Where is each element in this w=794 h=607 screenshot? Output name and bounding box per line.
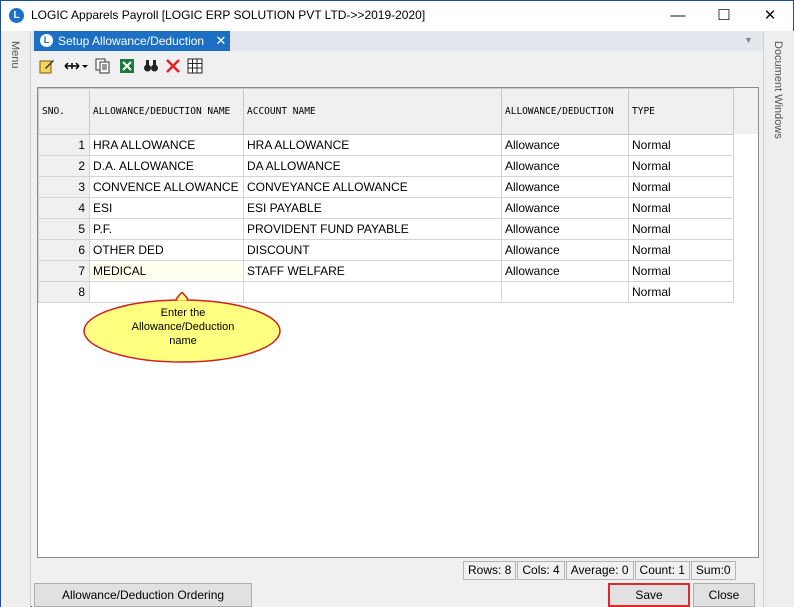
name-cell[interactable]: CONVENCE ALLOWANCE: [89, 176, 244, 198]
row-number[interactable]: 8: [38, 281, 90, 303]
table-row: 1 HRA ALLOWANCE HRA ALLOWANCE Allowance …: [38, 134, 734, 156]
account-cell[interactable]: HRA ALLOWANCE: [243, 134, 502, 156]
name-cell[interactable]: P.F.: [89, 218, 244, 240]
maximize-button[interactable]: ☐: [701, 1, 747, 31]
status-bar: Rows: 8 Cols: 4 Average: 0 Count: 1 Sum:…: [463, 561, 737, 580]
grid-icon[interactable]: [186, 58, 204, 76]
grid-header-row: SNO. ALLOWANCE/DEDUCTION NAME ACCOUNT NA…: [38, 88, 734, 135]
status-rows: Rows: 8: [463, 561, 517, 580]
name-cell[interactable]: D.A. ALLOWANCE: [89, 155, 244, 177]
kind-cell[interactable]: Allowance: [501, 218, 629, 240]
close-button[interactable]: Close: [693, 583, 755, 607]
table-row: 4 ESI ESI PAYABLE Allowance Normal: [38, 197, 734, 219]
grid-header-filler: [733, 88, 758, 134]
table-row: 5 P.F. PROVIDENT FUND PAYABLE Allowance …: [38, 218, 734, 240]
kind-cell[interactable]: Allowance: [501, 197, 629, 219]
account-cell[interactable]: ESI PAYABLE: [243, 197, 502, 219]
save-button[interactable]: Save: [608, 583, 690, 607]
kind-cell[interactable]: Allowance: [501, 239, 629, 261]
account-cell[interactable]: STAFF WELFARE: [243, 260, 502, 282]
tab-logo-icon: L: [40, 34, 53, 47]
row-number[interactable]: 5: [38, 218, 90, 240]
type-cell[interactable]: Normal: [628, 281, 734, 303]
column-header-account[interactable]: ACCOUNT NAME: [243, 88, 502, 135]
account-cell[interactable]: PROVIDENT FUND PAYABLE: [243, 218, 502, 240]
status-cols: Cols: 4: [517, 561, 565, 580]
status-average: Average: 0: [565, 561, 634, 580]
name-cell[interactable]: ESI: [89, 197, 244, 219]
document-windows-label: Document Windows: [772, 41, 784, 139]
toolbar: [32, 53, 763, 81]
table-row: 6 OTHER DED DISCOUNT Allowance Normal: [38, 239, 734, 261]
name-cell-active[interactable]: MEDICAL: [89, 260, 244, 282]
type-cell[interactable]: Normal: [628, 155, 734, 177]
column-header-type[interactable]: TYPE: [628, 88, 734, 135]
tab-strip: L Setup Allowance/Deduction ✕ ▼: [32, 31, 763, 51]
row-number[interactable]: 3: [38, 176, 90, 198]
kind-cell[interactable]: [501, 281, 629, 303]
tab-list-dropdown-icon[interactable]: ▼: [744, 35, 753, 45]
row-number[interactable]: 4: [38, 197, 90, 219]
callout-line-2: Allowance/Deduction: [131, 321, 235, 333]
window-title: LOGIC Apparels Payroll [LOGIC ERP SOLUTI…: [31, 8, 426, 22]
kind-cell[interactable]: Allowance: [501, 260, 629, 282]
type-cell[interactable]: Normal: [628, 218, 734, 240]
status-count: Count: 1: [634, 561, 690, 580]
kind-cell[interactable]: Allowance: [501, 134, 629, 156]
row-number[interactable]: 1: [38, 134, 90, 156]
table-row: 3 CONVENCE ALLOWANCE CONVEYANCE ALLOWANC…: [38, 176, 734, 198]
account-cell[interactable]: DISCOUNT: [243, 239, 502, 261]
row-number[interactable]: 7: [38, 260, 90, 282]
table-row: 7 MEDICAL STAFF WELFARE Allowance Normal: [38, 260, 734, 282]
name-cell[interactable]: HRA ALLOWANCE: [89, 134, 244, 156]
callout-text: Enter the Allowance/Deduction name: [83, 306, 283, 348]
minimize-button[interactable]: —: [655, 1, 701, 31]
column-header-sno[interactable]: SNO.: [38, 88, 90, 135]
app-window: L LOGIC Apparels Payroll [LOGIC ERP SOLU…: [0, 0, 794, 607]
column-width-icon[interactable]: [62, 58, 90, 76]
callout-line-3: name: [169, 335, 197, 347]
menu-sidebar[interactable]: Menu: [1, 31, 31, 607]
close-window-button[interactable]: ✕: [747, 1, 793, 31]
ordering-button[interactable]: Allowance/Deduction Ordering: [34, 583, 252, 607]
type-cell[interactable]: Normal: [628, 176, 734, 198]
column-header-kind[interactable]: ALLOWANCE/DEDUCTION: [501, 88, 629, 135]
account-cell[interactable]: DA ALLOWANCE: [243, 155, 502, 177]
row-number[interactable]: 6: [38, 239, 90, 261]
delete-icon[interactable]: [164, 58, 182, 76]
edit-icon[interactable]: [38, 58, 56, 76]
hint-callout: Enter the Allowance/Deduction name: [83, 292, 283, 364]
find-icon[interactable]: [142, 58, 160, 76]
document-area: L Setup Allowance/Deduction ✕ ▼ SNO. ALL…: [32, 31, 763, 607]
kind-cell[interactable]: Allowance: [501, 176, 629, 198]
type-cell[interactable]: Normal: [628, 134, 734, 156]
column-header-name[interactable]: ALLOWANCE/DEDUCTION NAME: [89, 88, 244, 135]
table-row: 2 D.A. ALLOWANCE DA ALLOWANCE Allowance …: [38, 155, 734, 177]
row-number[interactable]: 2: [38, 155, 90, 177]
document-windows-sidebar[interactable]: Document Windows: [763, 31, 794, 607]
type-cell[interactable]: Normal: [628, 260, 734, 282]
app-logo-icon: L: [9, 8, 24, 23]
kind-cell[interactable]: Allowance: [501, 155, 629, 177]
title-bar: L LOGIC Apparels Payroll [LOGIC ERP SOLU…: [1, 1, 793, 31]
status-sum: Sum:0: [690, 561, 736, 580]
tab-setup-allowance-deduction[interactable]: L Setup Allowance/Deduction ✕: [34, 31, 230, 51]
type-cell[interactable]: Normal: [628, 197, 734, 219]
copy-icon[interactable]: [94, 58, 112, 76]
name-cell[interactable]: OTHER DED: [89, 239, 244, 261]
type-cell[interactable]: Normal: [628, 239, 734, 261]
tab-close-icon[interactable]: ✕: [214, 31, 228, 51]
account-cell[interactable]: CONVEYANCE ALLOWANCE: [243, 176, 502, 198]
menu-sidebar-label: Menu: [9, 41, 21, 69]
grid-table: SNO. ALLOWANCE/DEDUCTION NAME ACCOUNT NA…: [38, 88, 734, 303]
excel-icon[interactable]: [118, 58, 136, 76]
callout-line-1: Enter the: [160, 307, 206, 319]
tab-label: Setup Allowance/Deduction: [58, 34, 205, 48]
